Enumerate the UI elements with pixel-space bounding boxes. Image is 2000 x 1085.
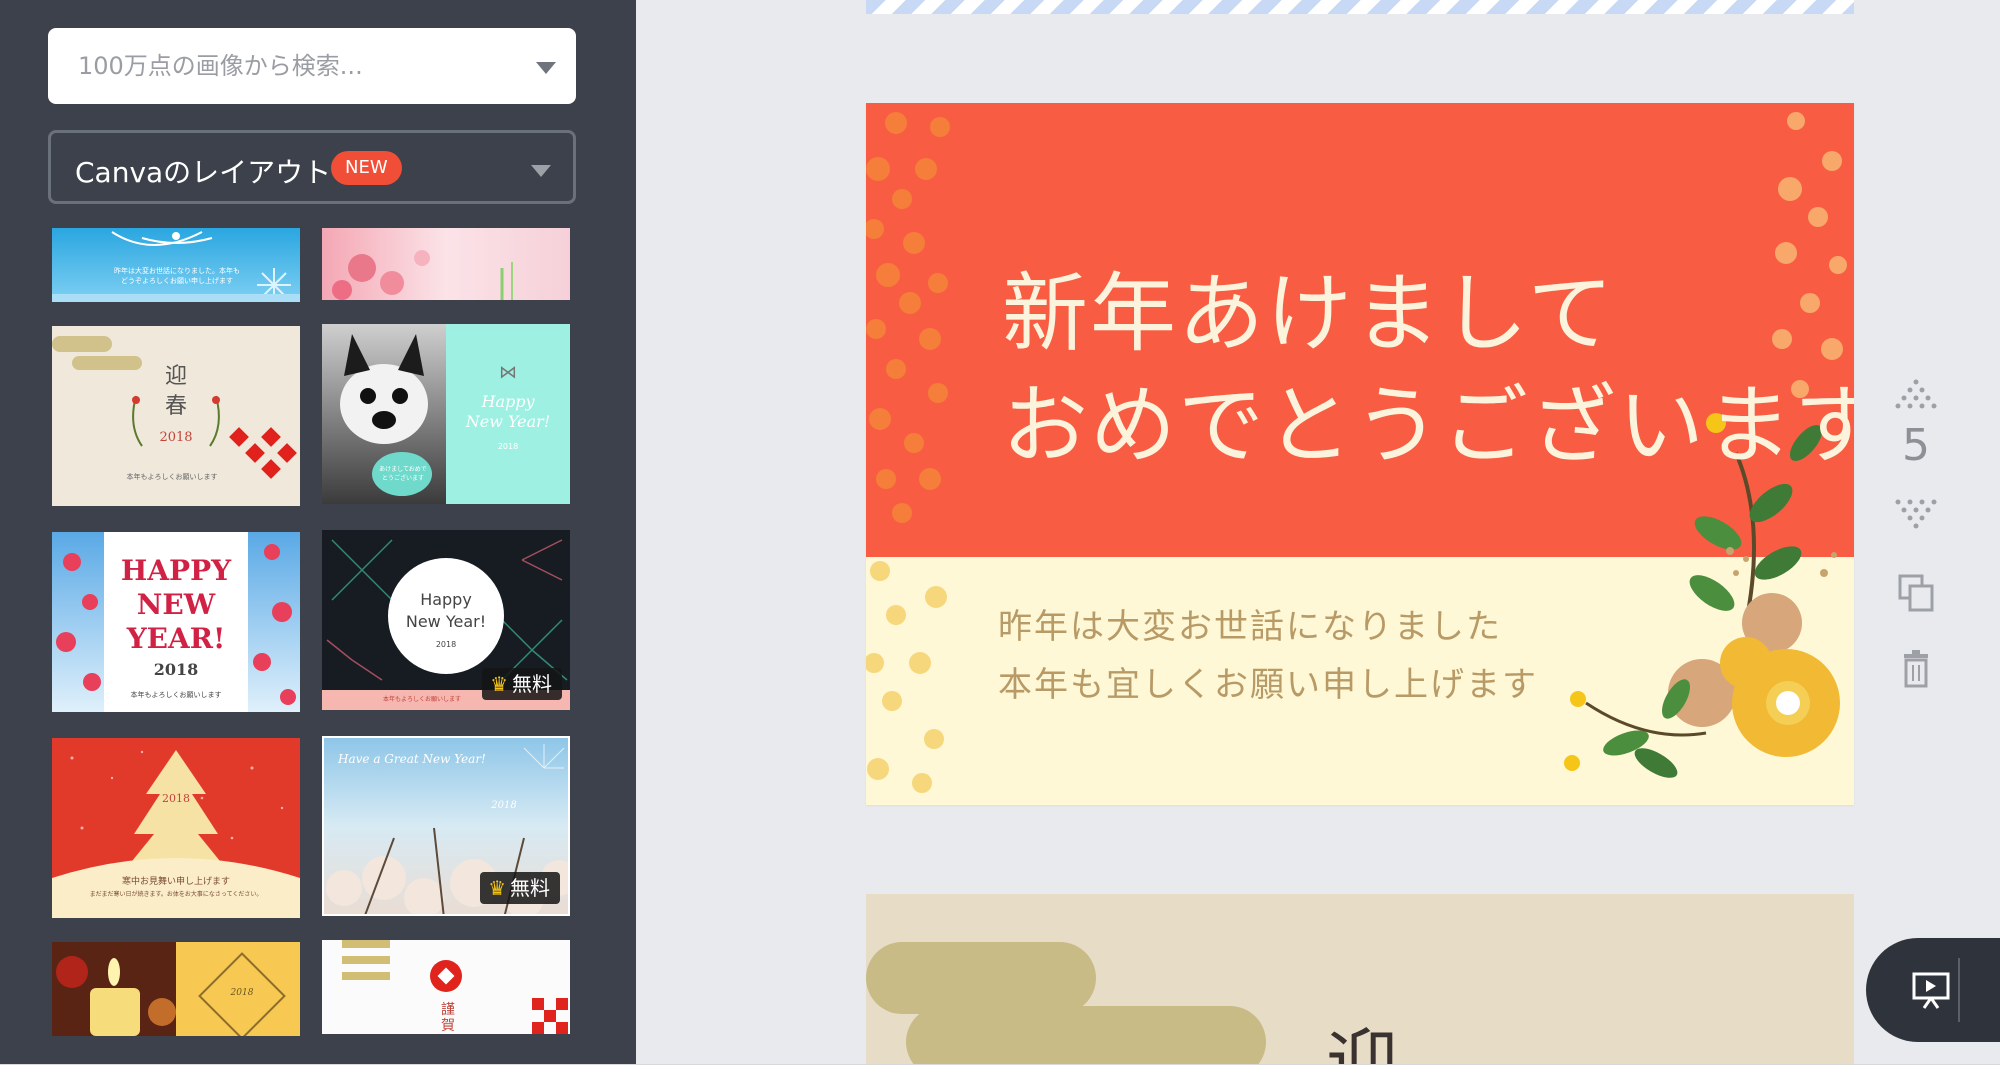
crown-icon: ♛ [488,876,506,900]
cloud-decor [906,1006,1266,1064]
thumbnail-text: Happy [481,392,535,411]
thumbnail-text: 2018 [230,988,254,998]
template-thumbnail[interactable]: Happy New Year! 2018 本年もよろしくお願いします ♛ 無料 [322,530,570,710]
thumbnail-text: 2018 [497,442,519,451]
thumbnail-text: あけましておめでとうございます [379,466,427,482]
thumbnail-text: New Year! [405,612,487,631]
fireworks-photo [326,539,568,681]
thumbnail-text: 昨年は大変お世話になりました。本年もどうぞよろしくお願い申し上げます [114,267,240,285]
bottom-bar [0,1064,2000,1085]
free-badge: ♛ 無料 [480,872,560,904]
thumbnail-text: 2018 [435,640,457,649]
design-page[interactable]: 新年あけまして おめでとうございます 昨年は大変お世話になりました 本年も宜しく… [866,103,1854,805]
chevron-down-icon[interactable] [536,62,556,74]
layout-select[interactable]: Canvaのレイアウト NEW [48,130,576,204]
card-subtitle-line-1[interactable]: 昨年は大変お世話になりました [998,599,1502,648]
template-thumbnail[interactable]: 謹賀 [322,940,570,1034]
card-title-line-2[interactable]: おめでとうございます [1002,355,1854,480]
new-badge: NEW [331,151,402,185]
thumbnail-text: NEW [136,588,216,621]
template-thumbnail[interactable]: あけましておめでとうございます ⋈ Happy New Year! 2018 [322,324,570,504]
chevron-down-icon [531,165,551,177]
thumbnail-text: 本年もよろしくお願いします [130,691,222,699]
page-number: 5 [1902,420,1930,471]
thumbnail-text: 寒中お見舞い申し上げます [121,877,230,887]
search-input[interactable] [48,28,518,104]
free-badge: ♛ 無料 [482,668,562,700]
next-design-page[interactable]: 迎 [866,894,1854,1064]
thumbnail-text: New Year! [465,412,551,431]
template-thumbnail[interactable]: Have a Great New Year! 2018 ♛ 無料 [322,736,570,916]
next-page-kanji: 迎 [1326,1021,1399,1064]
thumbnail-text: Happy [420,590,472,609]
thumbnail-text: YEAR! [126,622,226,655]
snowflake-pattern-icon [52,231,300,302]
present-toolbar[interactable] [1866,938,2000,1042]
template-thumbnail[interactable]: 迎 春 2018 本年もよろしくお願いします [52,326,300,506]
thumbnail-text: 2018 [491,800,517,811]
present-icon[interactable] [1904,960,1964,1020]
crown-icon: ♛ [490,672,508,696]
move-up-icon[interactable] [1890,376,1942,416]
previous-page-edge[interactable] [866,0,1854,14]
thumbnail-text: 2018 [162,792,190,805]
thumbnail-text: 春 [164,394,187,419]
bow-tie-icon: ⋈ [499,362,517,383]
thumbnail-text: 2018 [159,430,193,445]
template-thumbnail[interactable]: HAPPY NEW YEAR! 2018 本年もよろしくお願いします [52,532,300,712]
cloud-decor [866,942,1096,1014]
thumbnail-text: Have a Great New Year! [338,752,486,766]
thumbnail-text: 2018 [153,660,199,679]
thumbnail-text: 謹賀 [441,1002,455,1034]
sidebar: Canvaのレイアウト NEW 昨年は大変お世話になりました。本年もどうぞよろし… [0,0,636,1064]
card-subtitle-line-2[interactable]: 本年も宜しくお願い申し上げます [998,657,1538,706]
toolbar-divider [1958,958,1960,1022]
move-down-icon[interactable] [1890,496,1942,536]
thumbnail-text: HAPPY [120,554,232,587]
dog-photo: あけましておめでとうございます [322,324,446,504]
search-box [48,28,576,104]
trash-icon[interactable] [1890,650,1942,694]
duplicate-icon[interactable] [1890,572,1942,620]
template-thumbnail[interactable] [322,228,570,300]
card-title-line-1[interactable]: 新年あけまして [1002,243,1615,368]
template-thumbnail[interactable]: 2018 [52,942,300,1036]
template-thumbnail[interactable]: 2018 寒中お見舞い申し上げます まだまだ寒い日が続きます。お体をお大事になさ… [52,738,300,918]
layout-select-label: Canvaのレイアウト [75,156,332,189]
template-thumbnail[interactable]: 昨年は大変お世話になりました。本年もどうぞよろしくお願い申し上げます [52,228,300,302]
thumbnail-text: 迎 [164,364,187,389]
thumbnail-text: まだまだ寒い日が続きます。お体をお大事になさってください。 [89,891,263,898]
thumbnail-text: 本年もよろしくお願いします [382,696,461,703]
flower-photo [332,250,513,300]
thumbnail-text: 本年もよろしくお願いします [126,473,218,481]
